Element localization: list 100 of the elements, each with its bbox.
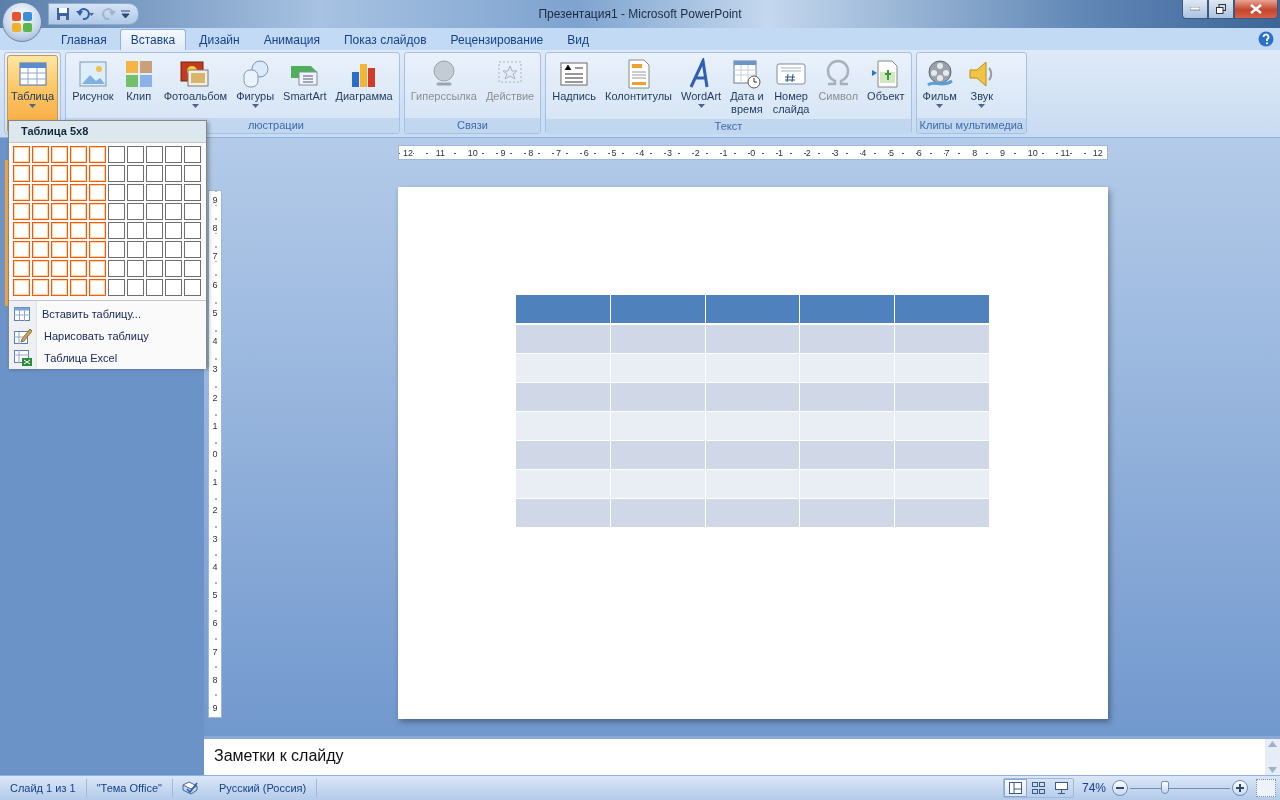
grid-square[interactable] — [89, 165, 106, 182]
grid-square[interactable] — [13, 241, 30, 258]
grid-square[interactable] — [165, 203, 182, 220]
grid-square[interactable] — [127, 222, 144, 239]
grid-square[interactable] — [32, 241, 49, 258]
grid-square[interactable] — [32, 222, 49, 239]
grid-square[interactable] — [32, 279, 49, 296]
zoom-out-button[interactable] — [1112, 780, 1128, 796]
grid-square[interactable] — [146, 146, 163, 163]
grid-square[interactable] — [70, 184, 87, 201]
ribbon-button[interactable]: WordArt — [677, 55, 726, 119]
grid-square[interactable] — [146, 165, 163, 182]
ribbon-button[interactable]: Дата и время — [726, 55, 768, 119]
grid-square[interactable] — [51, 260, 68, 277]
grid-square[interactable] — [51, 165, 68, 182]
grid-square[interactable] — [165, 279, 182, 296]
grid-square[interactable] — [184, 165, 201, 182]
ribbon-button[interactable]: Фильм — [918, 55, 961, 118]
ribbon-button[interactable]: Клип — [118, 55, 159, 118]
slider-thumb[interactable] — [1161, 781, 1169, 794]
grid-square[interactable] — [13, 165, 30, 182]
menu-item[interactable]: Таблица Excel — [9, 347, 206, 369]
ribbon-button[interactable]: Фотоальбом — [159, 55, 232, 118]
grid-square[interactable] — [89, 279, 106, 296]
grid-square[interactable] — [127, 203, 144, 220]
grid-square[interactable] — [70, 146, 87, 163]
grid-square[interactable] — [51, 241, 68, 258]
grid-square[interactable] — [165, 222, 182, 239]
grid-square[interactable] — [32, 203, 49, 220]
grid-square[interactable] — [165, 241, 182, 258]
ribbon-button[interactable]: Номер слайда — [768, 55, 814, 119]
grid-square[interactable] — [13, 184, 30, 201]
grid-square[interactable] — [184, 241, 201, 258]
grid-square[interactable] — [51, 279, 68, 296]
grid-square[interactable] — [127, 146, 144, 163]
ribbon-button[interactable]: Диаграмма — [331, 55, 397, 118]
view-button[interactable] — [1003, 779, 1027, 797]
grid-square[interactable] — [89, 203, 106, 220]
grid-square[interactable] — [108, 260, 125, 277]
menu-item[interactable]: Вставить таблицу... — [9, 303, 206, 325]
grid-square[interactable] — [70, 241, 87, 258]
fit-to-window-button[interactable] — [1256, 779, 1276, 797]
ribbon-button[interactable]: Рисунок — [68, 55, 118, 118]
grid-square[interactable] — [89, 260, 106, 277]
spell-check-icon[interactable] — [180, 781, 199, 795]
grid-square[interactable] — [32, 184, 49, 201]
grid-square[interactable] — [70, 203, 87, 220]
grid-square[interactable] — [70, 165, 87, 182]
notes-text[interactable]: Заметки к слайду — [204, 739, 1265, 775]
ribbon-tab[interactable]: Анимация — [252, 29, 331, 50]
grid-square[interactable] — [13, 146, 30, 163]
grid-square[interactable] — [51, 203, 68, 220]
ribbon-button[interactable]: Колонтитулы — [601, 55, 676, 119]
grid-square[interactable] — [51, 222, 68, 239]
grid-square[interactable] — [89, 241, 106, 258]
help-icon[interactable] — [1258, 31, 1274, 47]
ribbon-tab[interactable]: Дизайн — [188, 29, 251, 50]
zoom-in-button[interactable] — [1232, 780, 1248, 796]
grid-square[interactable] — [184, 260, 201, 277]
grid-square[interactable] — [108, 241, 125, 258]
grid-square[interactable] — [89, 146, 106, 163]
ribbon-tab[interactable]: Вставка — [119, 29, 187, 50]
grid-square[interactable] — [13, 260, 30, 277]
ribbon-button[interactable]: Надпись — [548, 55, 601, 119]
grid-square[interactable] — [165, 260, 182, 277]
grid-square[interactable] — [89, 184, 106, 201]
ribbon-tab[interactable]: Главная — [50, 29, 118, 50]
grid-square[interactable] — [70, 222, 87, 239]
ribbon-button[interactable]: SmartArt — [279, 55, 331, 118]
ribbon-tab[interactable]: Показ слайдов — [333, 29, 438, 50]
grid-square[interactable] — [108, 222, 125, 239]
grid-square[interactable] — [127, 279, 144, 296]
grid-square[interactable] — [184, 184, 201, 201]
grid-square[interactable] — [13, 203, 30, 220]
grid-square[interactable] — [146, 279, 163, 296]
grid-square[interactable] — [32, 165, 49, 182]
minimize-button[interactable] — [1182, 0, 1208, 19]
grid-square[interactable] — [51, 184, 68, 201]
grid-square[interactable] — [13, 279, 30, 296]
grid-square[interactable] — [127, 241, 144, 258]
grid-square[interactable] — [13, 222, 30, 239]
ribbon-button[interactable]: Звук — [961, 55, 1002, 118]
grid-square[interactable] — [108, 279, 125, 296]
grid-square[interactable] — [165, 184, 182, 201]
ribbon-button[interactable]: Фигуры — [232, 55, 279, 118]
grid-square[interactable] — [165, 165, 182, 182]
grid-square[interactable] — [184, 203, 201, 220]
zoom-level[interactable]: 74% — [1081, 781, 1106, 795]
grid-square[interactable] — [108, 146, 125, 163]
office-button[interactable] — [2, 2, 42, 42]
grid-square[interactable] — [184, 279, 201, 296]
grid-square[interactable] — [127, 260, 144, 277]
ribbon-tab[interactable]: Рецензирование — [439, 29, 555, 50]
grid-square[interactable] — [127, 184, 144, 201]
customize-caret-icon[interactable] — [121, 10, 130, 18]
grid-square[interactable] — [108, 184, 125, 201]
ribbon-tab[interactable]: Вид — [556, 29, 600, 50]
grid-square[interactable] — [146, 184, 163, 201]
grid-square[interactable] — [51, 146, 68, 163]
grid-square[interactable] — [184, 222, 201, 239]
